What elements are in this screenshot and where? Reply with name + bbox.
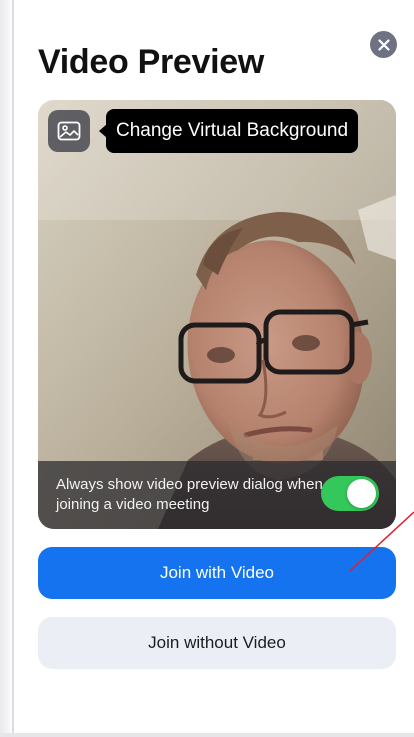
virtual-background-tooltip: Change Virtual Background [98, 109, 359, 153]
side-panel-edge [0, 0, 14, 737]
toggle-knob [347, 479, 376, 508]
video-preview-screen: Video Preview Change Virtual Background … [0, 0, 414, 737]
always-show-preview-toggle[interactable] [321, 476, 379, 511]
bottom-edge [0, 733, 414, 737]
dialog-title: Video Preview [38, 43, 265, 81]
camera-preview: Change Virtual Background Always show vi… [38, 100, 396, 529]
virtual-background-button[interactable] [48, 110, 90, 152]
close-icon [377, 38, 390, 51]
close-button[interactable] [370, 31, 397, 58]
preview-settings-bar: Always show video preview dialog when jo… [38, 461, 396, 529]
join-without-video-button[interactable]: Join without Video [38, 617, 396, 669]
always-show-preview-label: Always show video preview dialog when jo… [56, 476, 323, 513]
image-icon [57, 121, 81, 141]
join-with-video-button[interactable]: Join with Video [38, 547, 396, 599]
